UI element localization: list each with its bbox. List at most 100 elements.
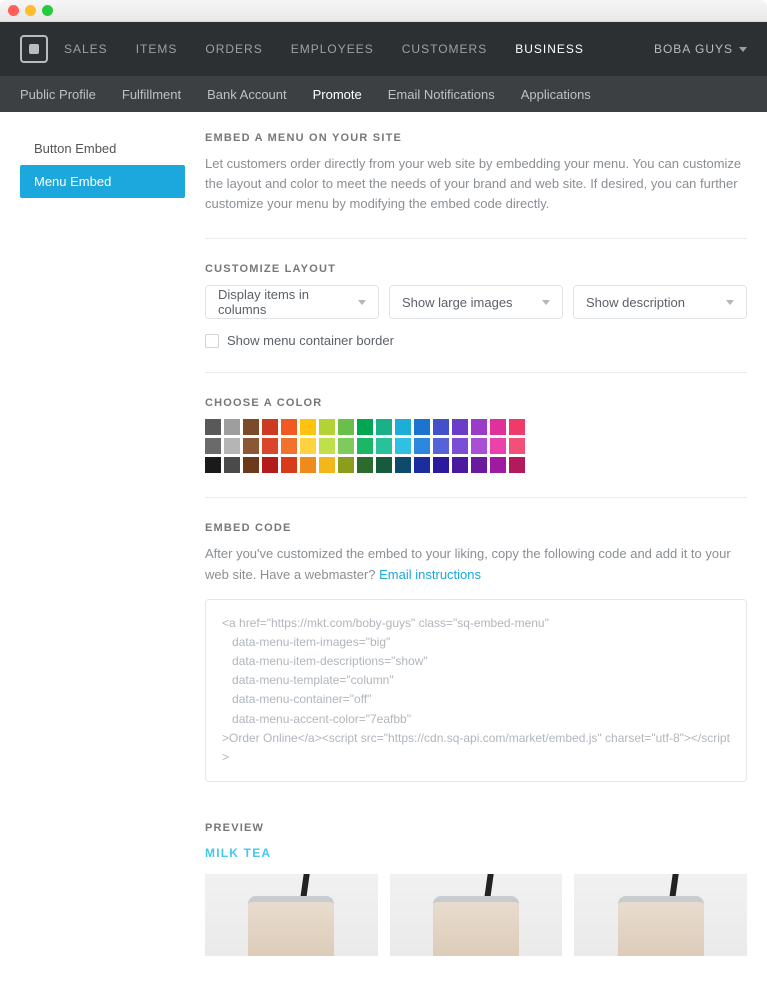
code-section-title: EMBED CODE bbox=[205, 522, 747, 534]
color-swatch[interactable] bbox=[433, 438, 449, 454]
user-menu[interactable]: BOBA GUYS bbox=[654, 42, 747, 56]
topnav-item-business[interactable]: BUSINESS bbox=[515, 42, 584, 56]
sidebar-item-menu-embed[interactable]: Menu Embed bbox=[20, 165, 185, 198]
color-swatch[interactable] bbox=[471, 457, 487, 473]
color-swatch[interactable] bbox=[414, 457, 430, 473]
color-swatch[interactable] bbox=[300, 438, 316, 454]
color-swatch[interactable] bbox=[395, 457, 411, 473]
color-swatch[interactable] bbox=[300, 419, 316, 435]
user-menu-label: BOBA GUYS bbox=[654, 42, 733, 56]
layout-section-title: CUSTOMIZE LAYOUT bbox=[205, 263, 747, 275]
preview-card bbox=[390, 874, 563, 956]
description-select[interactable]: Show description bbox=[573, 285, 747, 319]
color-section-title: CHOOSE A COLOR bbox=[205, 397, 747, 409]
sub-nav: Public Profile Fulfillment Bank Account Pro… bbox=[0, 76, 767, 112]
topnav-item-employees[interactable]: EMPLOYEES bbox=[291, 42, 374, 56]
close-window-icon[interactable] bbox=[8, 5, 19, 16]
preview-row bbox=[205, 874, 747, 956]
checkbox-label: Show menu container border bbox=[227, 333, 394, 348]
chevron-down-icon bbox=[726, 300, 734, 305]
color-grid bbox=[205, 419, 747, 473]
color-swatch[interactable] bbox=[243, 419, 259, 435]
main-content: EMBED A MENU ON YOUR SITE Let customers … bbox=[205, 132, 747, 956]
color-swatch[interactable] bbox=[300, 457, 316, 473]
embed-section-title: EMBED A MENU ON YOUR SITE bbox=[205, 132, 747, 144]
preview-section-title: PREVIEW bbox=[205, 822, 747, 834]
embed-code-box[interactable]: <a href="https://mkt.com/boby-guys" clas… bbox=[205, 599, 747, 783]
color-swatch[interactable] bbox=[376, 457, 392, 473]
color-swatch[interactable] bbox=[376, 438, 392, 454]
subnav-item-fulfillment[interactable]: Fulfillment bbox=[122, 87, 181, 102]
color-swatch[interactable] bbox=[281, 438, 297, 454]
color-swatch[interactable] bbox=[243, 438, 259, 454]
color-swatch[interactable] bbox=[243, 457, 259, 473]
color-swatch[interactable] bbox=[319, 438, 335, 454]
divider bbox=[205, 497, 747, 498]
color-swatch[interactable] bbox=[433, 457, 449, 473]
maximize-window-icon[interactable] bbox=[42, 5, 53, 16]
color-swatch[interactable] bbox=[433, 419, 449, 435]
color-swatch[interactable] bbox=[452, 438, 468, 454]
container-border-option[interactable]: Show menu container border bbox=[205, 333, 747, 348]
color-swatch[interactable] bbox=[357, 419, 373, 435]
color-swatch[interactable] bbox=[319, 419, 335, 435]
subnav-item-email-notifications[interactable]: Email Notifications bbox=[388, 87, 495, 102]
color-swatch[interactable] bbox=[357, 438, 373, 454]
image-size-select[interactable]: Show large images bbox=[389, 285, 563, 319]
sidebar-item-button-embed[interactable]: Button Embed bbox=[20, 132, 185, 165]
color-swatch[interactable] bbox=[452, 419, 468, 435]
preview-card bbox=[574, 874, 747, 956]
color-swatch[interactable] bbox=[509, 419, 525, 435]
color-swatch[interactable] bbox=[414, 419, 430, 435]
color-swatch[interactable] bbox=[224, 457, 240, 473]
embed-section-desc: Let customers order directly from your w… bbox=[205, 154, 747, 214]
color-swatch[interactable] bbox=[205, 419, 221, 435]
color-swatch[interactable] bbox=[262, 438, 278, 454]
chevron-down-icon bbox=[542, 300, 550, 305]
square-logo-icon[interactable] bbox=[20, 35, 48, 63]
topnav-item-customers[interactable]: CUSTOMERS bbox=[402, 42, 487, 56]
checkbox-icon[interactable] bbox=[205, 334, 219, 348]
color-swatch[interactable] bbox=[490, 419, 506, 435]
color-swatch[interactable] bbox=[205, 438, 221, 454]
subnav-item-promote[interactable]: Promote bbox=[313, 87, 362, 102]
subnav-item-bank-account[interactable]: Bank Account bbox=[207, 87, 287, 102]
color-swatch[interactable] bbox=[471, 419, 487, 435]
color-swatch[interactable] bbox=[509, 457, 525, 473]
color-swatch[interactable] bbox=[338, 457, 354, 473]
color-swatch[interactable] bbox=[395, 419, 411, 435]
color-swatch[interactable] bbox=[205, 457, 221, 473]
preview-card bbox=[205, 874, 378, 956]
color-swatch[interactable] bbox=[262, 457, 278, 473]
color-swatch[interactable] bbox=[376, 419, 392, 435]
topnav-item-sales[interactable]: SALES bbox=[64, 42, 108, 56]
subnav-item-public-profile[interactable]: Public Profile bbox=[20, 87, 96, 102]
preview-category: MILK TEA bbox=[205, 846, 747, 860]
color-swatch[interactable] bbox=[281, 419, 297, 435]
topnav-item-items[interactable]: ITEMS bbox=[136, 42, 178, 56]
window-chrome bbox=[0, 0, 767, 22]
color-swatch[interactable] bbox=[262, 419, 278, 435]
email-instructions-link[interactable]: Email instructions bbox=[379, 567, 481, 582]
divider bbox=[205, 238, 747, 239]
color-swatch[interactable] bbox=[452, 457, 468, 473]
minimize-window-icon[interactable] bbox=[25, 5, 36, 16]
color-swatch[interactable] bbox=[224, 438, 240, 454]
topnav-item-orders[interactable]: ORDERS bbox=[205, 42, 262, 56]
select-value: Show large images bbox=[402, 295, 513, 310]
color-swatch[interactable] bbox=[395, 438, 411, 454]
color-swatch[interactable] bbox=[509, 438, 525, 454]
color-swatch[interactable] bbox=[490, 457, 506, 473]
color-swatch[interactable] bbox=[490, 438, 506, 454]
color-swatch[interactable] bbox=[471, 438, 487, 454]
subnav-item-applications[interactable]: Applications bbox=[521, 87, 591, 102]
color-swatch[interactable] bbox=[357, 457, 373, 473]
color-swatch[interactable] bbox=[224, 419, 240, 435]
select-value: Show description bbox=[586, 295, 685, 310]
color-swatch[interactable] bbox=[338, 419, 354, 435]
layout-template-select[interactable]: Display items in columns bbox=[205, 285, 379, 319]
color-swatch[interactable] bbox=[319, 457, 335, 473]
color-swatch[interactable] bbox=[281, 457, 297, 473]
color-swatch[interactable] bbox=[414, 438, 430, 454]
color-swatch[interactable] bbox=[338, 438, 354, 454]
